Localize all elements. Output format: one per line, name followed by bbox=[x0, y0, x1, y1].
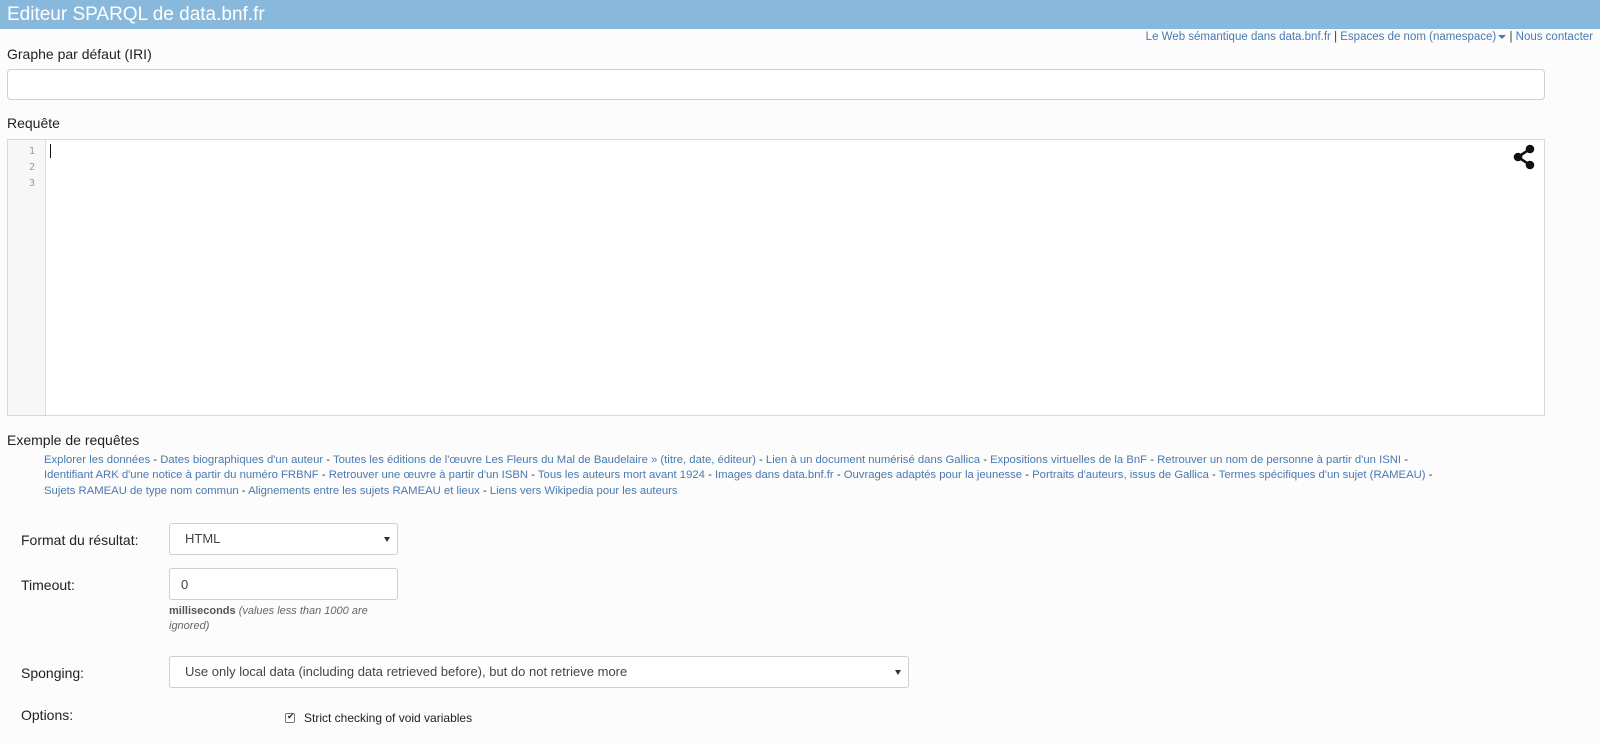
separator: - bbox=[1150, 454, 1154, 466]
sponging-selected-value: Use only local data (including data retr… bbox=[185, 664, 628, 679]
header-bar: Editeur SPARQL de data.bnf.fr bbox=[0, 0, 1600, 29]
namespaces-label: Espaces de nom (namespace) bbox=[1340, 31, 1497, 43]
separator: - bbox=[836, 469, 841, 482]
timeout-help: milliseconds (values less than 1000 are … bbox=[169, 604, 379, 634]
query-editor[interactable]: 1 2 3 bbox=[7, 139, 1545, 416]
separator: - bbox=[1428, 469, 1433, 482]
semantic-web-link[interactable]: Le Web sémantique dans data.bnf.fr bbox=[1146, 31, 1331, 43]
example-query-link[interactable]: Retrouver une œuvre à partir d'un ISBN bbox=[329, 469, 528, 481]
contact-link[interactable]: Nous contacter bbox=[1516, 31, 1593, 43]
separator: - bbox=[153, 454, 158, 466]
example-query-link[interactable]: Ouvrages adaptés pour la jeunesse bbox=[844, 469, 1022, 481]
example-query-link[interactable]: Toutes les éditions de l'œuvre Les Fleur… bbox=[333, 454, 756, 466]
separator: | bbox=[1509, 31, 1513, 43]
separator: - bbox=[983, 454, 987, 466]
example-query-link[interactable]: Portraits d'auteurs, issus de Gallica bbox=[1032, 469, 1209, 481]
text-cursor bbox=[50, 144, 51, 158]
sponging-select[interactable]: Use only local data (including data retr… bbox=[169, 656, 909, 688]
separator: - bbox=[1404, 454, 1408, 466]
dropdown-arrow-icon bbox=[384, 537, 390, 542]
sponging-label: Sponging: bbox=[21, 665, 85, 681]
format-selected-value: HTML bbox=[185, 531, 221, 546]
line-number: 3 bbox=[28, 178, 35, 189]
strict-checking-label: Strict checking of void variables bbox=[304, 711, 473, 725]
example-query-link[interactable]: Images dans data.bnf.fr bbox=[715, 469, 834, 481]
graph-label: Graphe par défaut (IRI) bbox=[7, 46, 152, 62]
namespaces-dropdown[interactable]: Espaces de nom (namespace) bbox=[1340, 31, 1507, 43]
example-query-link[interactable]: Sujets RAMEAU de type nom commun bbox=[44, 485, 239, 497]
example-query-link[interactable]: Retrouver un nom de personne à partir d'… bbox=[1157, 454, 1401, 466]
line-number: 1 bbox=[28, 146, 35, 157]
query-label: Requête bbox=[7, 115, 60, 131]
timeout-help-unit: milliseconds bbox=[169, 605, 236, 617]
strict-checking-checkbox[interactable] bbox=[285, 711, 295, 723]
separator: - bbox=[241, 484, 246, 497]
separator: - bbox=[531, 469, 535, 482]
separator: - bbox=[326, 454, 331, 466]
example-query-link[interactable]: Explorer les données bbox=[44, 454, 150, 466]
timeout-input[interactable] bbox=[169, 568, 398, 600]
format-label: Format du résultat: bbox=[21, 532, 139, 548]
example-query-link[interactable]: Liens vers Wikipedia pour les auteurs bbox=[490, 485, 678, 497]
example-query-link[interactable]: Alignements entre les sujets RAMEAU et l… bbox=[248, 485, 480, 497]
separator: - bbox=[708, 469, 712, 482]
caret-down-icon bbox=[1498, 34, 1507, 39]
line-number-gutter: 1 2 3 bbox=[8, 140, 46, 415]
separator: - bbox=[1212, 469, 1216, 482]
timeout-label: Timeout: bbox=[21, 577, 75, 593]
example-query-link[interactable]: Dates biographiques d'un auteur bbox=[160, 454, 323, 466]
default-graph-input[interactable] bbox=[7, 69, 1545, 100]
format-select[interactable]: HTML bbox=[169, 523, 398, 555]
example-query-link[interactable]: Tous les auteurs mort avant 1924 bbox=[538, 469, 705, 481]
examples-list: Explorer les données - Dates biographiqu… bbox=[44, 453, 1444, 499]
options-label: Options: bbox=[21, 707, 74, 723]
separator: - bbox=[482, 484, 487, 497]
dropdown-arrow-icon bbox=[895, 670, 901, 675]
line-number: 2 bbox=[28, 162, 35, 173]
example-query-link[interactable]: Lien à un document numérisé dans Gallica bbox=[766, 454, 980, 466]
separator: - bbox=[321, 469, 326, 482]
app-title: Editeur SPARQL de data.bnf.fr bbox=[7, 4, 265, 25]
examples-label: Exemple de requêtes bbox=[7, 432, 140, 448]
separator: - bbox=[1025, 469, 1029, 482]
example-query-link[interactable]: Termes spécifiques d'un sujet (RAMEAU) bbox=[1219, 469, 1426, 481]
example-query-link[interactable]: Identifiant ARK d'une notice à partir du… bbox=[44, 469, 319, 481]
separator: | bbox=[1334, 31, 1338, 43]
example-query-link[interactable]: Expositions virtuelles de la BnF bbox=[990, 454, 1147, 466]
share-icon[interactable] bbox=[1511, 144, 1537, 175]
separator: - bbox=[759, 454, 763, 466]
top-links: Le Web sémantique dans data.bnf.fr | Esp… bbox=[1146, 30, 1593, 44]
